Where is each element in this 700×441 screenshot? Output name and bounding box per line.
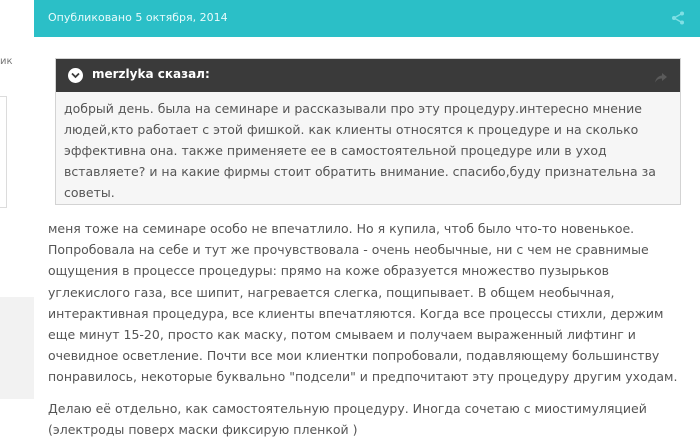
- left-sidebar-box: [0, 96, 7, 208]
- post-paragraph: меня тоже на семинаре особо не впечатлил…: [48, 221, 678, 385]
- left-top-strip: [0, 0, 34, 37]
- share-icon[interactable]: [670, 10, 686, 26]
- post-content: меня тоже на семинаре особо не впечатлил…: [48, 218, 688, 441]
- left-sidebar-text: ик: [0, 56, 13, 67]
- chevron-down-circle-icon[interactable]: [68, 68, 83, 83]
- quote-header: merzlyka сказал:: [56, 59, 680, 92]
- left-sidebar-panel: [0, 297, 34, 399]
- quote-block: merzlyka сказал: добрый день. была на се…: [55, 58, 681, 205]
- left-sidebar: ик: [0, 0, 34, 441]
- quote-text: добрый день. была на семинаре и рассказы…: [64, 101, 656, 200]
- post-paragraph: Делаю её отдельно, как самостоятельную п…: [48, 400, 647, 437]
- published-date: Опубликовано 5 октября, 2014: [48, 11, 228, 24]
- quote-author: merzlyka сказал:: [92, 67, 210, 81]
- reply-arrow-icon[interactable]: [654, 69, 668, 88]
- post-header-bar: Опубликовано 5 октября, 2014: [34, 0, 700, 37]
